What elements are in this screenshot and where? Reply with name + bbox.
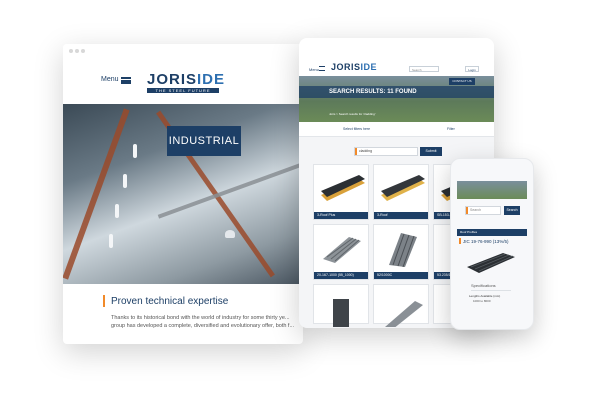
search-button[interactable]: Search — [504, 206, 520, 215]
product-label: 52/1000C — [374, 272, 428, 279]
product-card[interactable]: 3-Roof — [373, 164, 429, 220]
pendant-lamp — [225, 230, 235, 238]
heading-accent-bar — [103, 295, 105, 307]
menu-label[interactable]: Menu — [309, 67, 319, 72]
logo-accent: IDE — [197, 71, 226, 88]
hero-badge: INDUSTRIAL — [167, 126, 241, 156]
ceiling-light — [109, 234, 113, 248]
window-dot — [69, 49, 73, 53]
roof-panel-image — [381, 175, 425, 201]
submit-button[interactable]: Submit — [420, 147, 442, 156]
product-card[interactable] — [313, 284, 369, 327]
product-card[interactable]: 52/1000C — [373, 224, 429, 280]
product-label: 3-Roof Plus — [314, 212, 368, 219]
logo-main: JORIS — [331, 62, 361, 72]
hero-image — [457, 181, 527, 199]
filter-select[interactable]: Select filters here — [343, 127, 370, 131]
hamburger-icon[interactable] — [319, 66, 325, 71]
logo[interactable]: JORISIDE — [147, 71, 225, 88]
hamburger-icon[interactable] — [121, 77, 131, 84]
cladding-sheet-image — [323, 237, 361, 263]
ceiling-light — [115, 204, 119, 218]
phone-mockup: Search Search Roof Profiles JIC 19-76-99… — [450, 158, 534, 330]
product-card[interactable]: 3-Roof Plus — [313, 164, 369, 220]
search-input[interactable]: Search — [465, 206, 501, 215]
ceiling-light — [123, 174, 127, 188]
contact-button[interactable]: CONTACT US — [449, 78, 475, 85]
desktop-mockup: Menu JORISIDE THE STEEL FUTURE INDUSTRIA… — [63, 44, 303, 344]
window-dot — [81, 49, 85, 53]
filter-button[interactable]: Filter — [447, 127, 455, 131]
search-input[interactable]: cladding — [354, 147, 418, 156]
divider — [471, 290, 511, 291]
logo-main: JORIS — [147, 71, 198, 88]
category-band[interactable]: Roof Profiles — [457, 229, 527, 236]
roof-panel-image — [321, 175, 365, 201]
logo-accent: IDE — [360, 62, 378, 72]
length-value: 1000 to 8000 — [473, 299, 491, 303]
filter-bar — [299, 122, 494, 137]
cladding-sheet-image — [333, 299, 349, 327]
login-button[interactable]: Login — [465, 66, 479, 72]
section-heading: Proven technical expertise — [111, 296, 229, 307]
section-paragraph: Thanks to its historical bond with the w… — [111, 315, 295, 329]
search-input[interactable]: Search — [409, 66, 439, 72]
product-code: JIC 19-76-990 (13%/5) — [463, 239, 509, 244]
menu-label[interactable]: Menu — [101, 76, 119, 83]
logo[interactable]: JORISIDE — [331, 62, 377, 72]
logo-tagline: THE STEEL FUTURE — [147, 88, 219, 93]
roof-beam — [63, 108, 130, 280]
roof-sheet-image — [467, 253, 515, 273]
browser-chrome — [63, 44, 303, 58]
cladding-sheet-image — [389, 233, 417, 267]
breadcrumb[interactable]: Joris > Search results for 'cladding' — [329, 112, 375, 116]
window-dot — [75, 49, 79, 53]
search-results-title: SEARCH RESULTS: 11 FOUND — [329, 89, 417, 95]
length-label: Lengths Available (mm) — [469, 294, 501, 298]
product-label: 20-167-1000 (55_1000) — [314, 272, 368, 279]
product-card[interactable] — [373, 284, 429, 327]
specifications-title: Specifications — [471, 283, 496, 288]
product-label: 3-Roof — [374, 212, 428, 219]
product-card[interactable]: 20-167-1000 (55_1000) — [313, 224, 369, 280]
ceiling-light — [133, 144, 137, 158]
cladding-sheet-image — [385, 301, 423, 327]
roof-beam — [157, 153, 303, 219]
heading-accent-bar — [459, 238, 461, 244]
